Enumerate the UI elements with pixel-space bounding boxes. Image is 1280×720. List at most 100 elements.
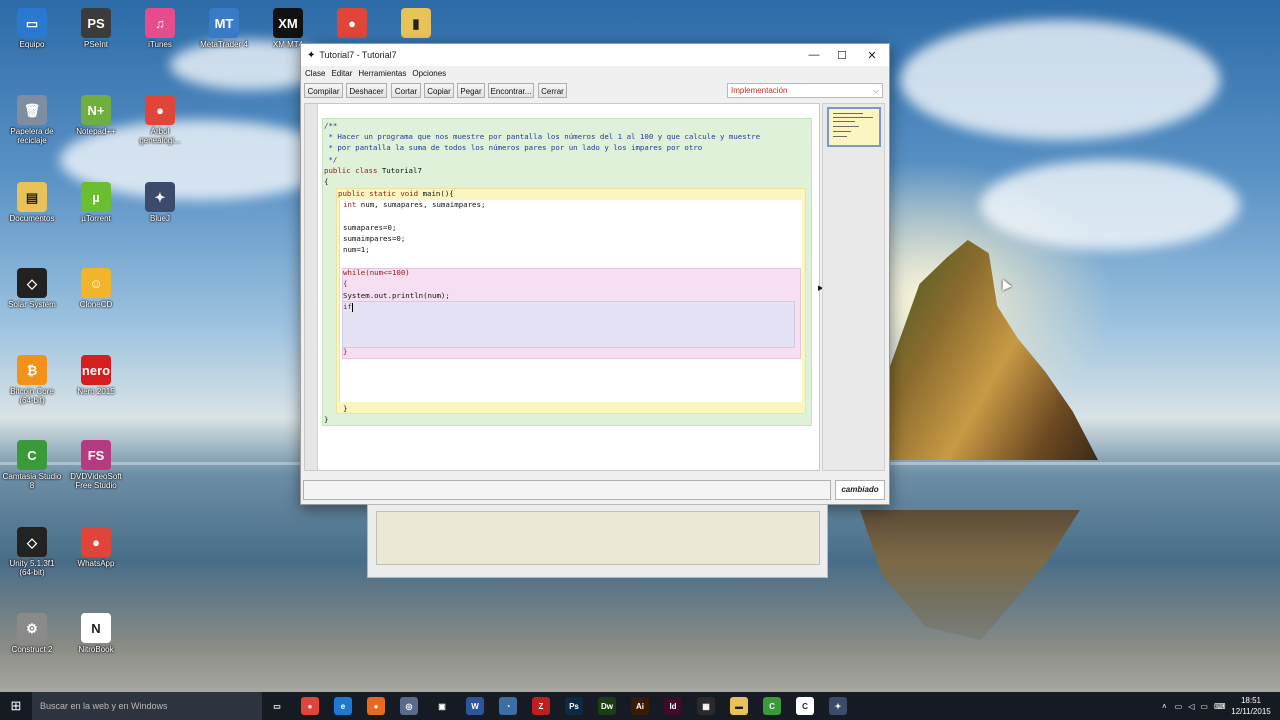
desktop-shortcut-label: CloneCD	[79, 300, 113, 309]
desktop-shortcut[interactable]: ◇ Solar System	[2, 268, 62, 309]
desktop-shortcut[interactable]: MT MetaTrader 4	[194, 8, 254, 49]
desktop-shortcut-label: Árbol genealógi...	[139, 127, 181, 145]
code-line: */	[324, 155, 338, 164]
freestudio-icon: FS	[81, 440, 111, 470]
desktop-shortcut[interactable]: ▮	[386, 8, 446, 40]
minimize-button[interactable]: —	[799, 44, 829, 66]
desktop-shortcut[interactable]: ☺ CloneCD	[66, 268, 126, 309]
desktop-shortcut-label: Construct 2	[11, 645, 53, 654]
desktop-shortcut-label: NitroBook	[78, 645, 114, 654]
paste-button[interactable]: Pegar	[457, 83, 485, 98]
globe-icon[interactable]: ◎	[400, 697, 418, 715]
desktop-shortcut[interactable]: ● Árbol genealógi...	[130, 95, 190, 145]
start-button[interactable]: ⊞	[0, 692, 32, 720]
camtasia-icon: C	[17, 440, 47, 470]
line-gutter	[305, 104, 318, 470]
calculator-icon[interactable]: ▦	[697, 697, 715, 715]
desktop-shortcut[interactable]: N+ Notepad++	[66, 95, 126, 136]
file-explorer-icon[interactable]: ▬	[730, 697, 748, 715]
desktop-shortcut[interactable]: ⚙ Construct 2	[2, 613, 62, 654]
word-icon[interactable]: W	[466, 697, 484, 715]
illustrator-icon[interactable]: Ai	[631, 697, 649, 715]
find-button[interactable]: Encontrar...	[488, 83, 534, 98]
chrome-icon[interactable]: ●	[301, 697, 319, 715]
dreamweaver-icon[interactable]: Dw	[598, 697, 616, 715]
copy-button[interactable]: Copiar	[424, 83, 454, 98]
bitcoin-icon: ₿	[17, 355, 47, 385]
menu-opciones[interactable]: Opciones	[409, 69, 449, 78]
search-box[interactable]: Buscar en la web y en Windows	[32, 692, 262, 720]
recycle-bin-icon: 🗑	[17, 95, 47, 125]
desktop-shortcut-label: µTorrent	[81, 214, 111, 223]
indesign-icon[interactable]: Id	[664, 697, 682, 715]
nero-icon: nero	[81, 355, 111, 385]
keyboard-icon[interactable]: ⌨	[1214, 702, 1226, 711]
desktop-shortcut[interactable]: ◇ Unity 5.1.3f1 (64-bit)	[2, 527, 62, 577]
unity-icon: ◇	[17, 268, 47, 298]
camtasia-recorder-icon[interactable]: C	[796, 697, 814, 715]
firefox-icon[interactable]: ●	[367, 697, 385, 715]
compile-button[interactable]: Compilar	[304, 83, 343, 98]
code-line: public class Tutorial7	[324, 165, 422, 176]
desktop-shortcut-label: Unity 5.1.3f1 (64-bit)	[9, 559, 55, 577]
desktop-shortcut[interactable]: ♫ iTunes	[130, 8, 190, 49]
chevron-up-icon[interactable]: ˄	[1162, 702, 1167, 711]
camtasia-icon[interactable]: C	[763, 697, 781, 715]
desktop-shortcut-label: Nero 2015	[77, 387, 115, 396]
desktop-shortcut[interactable]: C Camtasia Studio 8	[2, 440, 62, 490]
close-button[interactable]: ✕	[857, 44, 887, 66]
menu-bar: Clase Editar Herramientas Opciones	[301, 66, 889, 80]
store-icon[interactable]: ▣	[433, 697, 451, 715]
chrome-icon: ●	[81, 527, 111, 557]
network-icon[interactable]: ▭	[1175, 702, 1183, 711]
message-icon[interactable]: ▭	[1200, 702, 1208, 711]
view-select[interactable]: Implementación ⌵	[727, 83, 883, 98]
code-line: num=1;	[343, 245, 370, 254]
code-line: int num, sumapares, sumaimpares;	[343, 199, 485, 210]
edge-icon[interactable]: e	[334, 697, 352, 715]
desktop-shortcut[interactable]: PS PSeInt	[66, 8, 126, 49]
thumb-line	[833, 113, 863, 114]
desktop-shortcut[interactable]: ₿ Bitcoin Core (64-bit)	[2, 355, 62, 405]
bluej-icon: ✦	[145, 182, 175, 212]
desktop-shortcut-label: Documentos	[9, 214, 55, 223]
desktop-shortcut[interactable]: µ µTorrent	[66, 182, 126, 223]
desktop-shortcut-label: Solar System	[8, 300, 56, 309]
volume-icon[interactable]: ◁	[1188, 702, 1194, 711]
background-window[interactable]	[367, 504, 828, 578]
menu-herramientas[interactable]: Herramientas	[355, 69, 409, 78]
desktop-shortcut[interactable]: 🗑 Papelera de reciclaje	[2, 95, 62, 145]
close-editor-button[interactable]: Cerrar	[538, 83, 567, 98]
desktop-shortcut[interactable]: nero Nero 2015	[66, 355, 126, 396]
system-tray: ˄ ▭ ◁ ▭ ⌨	[1162, 692, 1226, 720]
code-thumbnail[interactable]	[827, 107, 881, 147]
code-line: public static void main(){	[338, 188, 454, 199]
desktop-shortcut[interactable]: N NitroBook	[66, 613, 126, 654]
desktop-shortcut-label: WhatsApp	[77, 559, 115, 568]
desktop-shortcut[interactable]: FS DVDVideoSoft Free Studio	[66, 440, 126, 490]
desktop-shortcut[interactable]: ● WhatsApp	[66, 527, 126, 568]
task-view-icon[interactable]: ▭	[268, 697, 286, 715]
title-bar[interactable]: ✦ Tutorial7 - Tutorial7 — ☐ ✕	[301, 44, 889, 66]
desktop-shortcut[interactable]: ▤ Documentos	[2, 182, 62, 223]
cut-button[interactable]: Cortar	[391, 83, 421, 98]
class-name: Tutorial7	[381, 166, 422, 175]
navigation-panel[interactable]	[822, 103, 885, 471]
desktop-shortcut-label: DVDVideoSoft Free Studio	[70, 472, 122, 490]
undo-button[interactable]: Deshacer	[346, 83, 387, 98]
bluej-icon[interactable]: ✦	[829, 697, 847, 715]
clock[interactable]: 18:51 12/11/2015	[1226, 695, 1276, 717]
desktop-shortcut[interactable]: ●	[322, 8, 382, 40]
desktop-shortcut-label: iTunes	[148, 40, 172, 49]
app-icon[interactable]: ◔	[499, 697, 517, 715]
code-editor[interactable]: /** * Hacer un programa que nos muestre …	[304, 103, 820, 471]
desktop-shortcut[interactable]: ✦ BlueJ	[130, 182, 190, 223]
filezilla-icon[interactable]: Z	[532, 697, 550, 715]
keyword: class	[355, 166, 378, 175]
menu-editar[interactable]: Editar	[328, 69, 355, 78]
maximize-button[interactable]: ☐	[827, 44, 857, 66]
editor-window[interactable]: ✦ Tutorial7 - Tutorial7 — ☐ ✕ Clase Edit…	[300, 43, 890, 505]
desktop-shortcut[interactable]: ▭ Equipo	[2, 8, 62, 49]
menu-clase[interactable]: Clase	[302, 69, 328, 78]
photoshop-icon[interactable]: Ps	[565, 697, 583, 715]
